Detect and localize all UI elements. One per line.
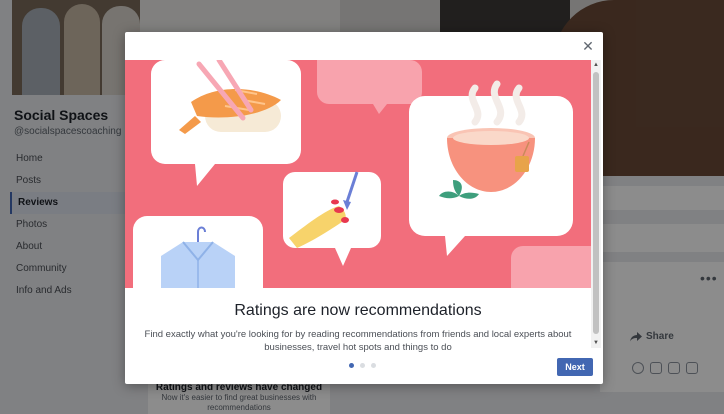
scroll-thumb[interactable]	[593, 72, 599, 334]
dialog-description: Find exactly what you're looking for by …	[144, 329, 572, 353]
recommendations-dialog: ✕ ▲ ▼ Ratings are now recommendations Fi…	[125, 32, 603, 384]
next-button[interactable]: Next	[557, 358, 593, 376]
scroll-down-arrow-icon[interactable]: ▼	[592, 339, 600, 347]
pagination-dot[interactable]	[371, 363, 376, 368]
recommendations-illustration	[125, 60, 591, 288]
close-icon[interactable]: ✕	[581, 39, 595, 53]
pagination-dots	[349, 363, 376, 368]
scroll-up-arrow-icon[interactable]: ▲	[592, 61, 600, 69]
pagination-dot[interactable]	[349, 363, 354, 368]
dialog-title: Ratings are now recommendations	[234, 302, 482, 319]
dialog-scrollbar[interactable]: ▲ ▼	[591, 60, 601, 348]
pagination-dot[interactable]	[360, 363, 365, 368]
